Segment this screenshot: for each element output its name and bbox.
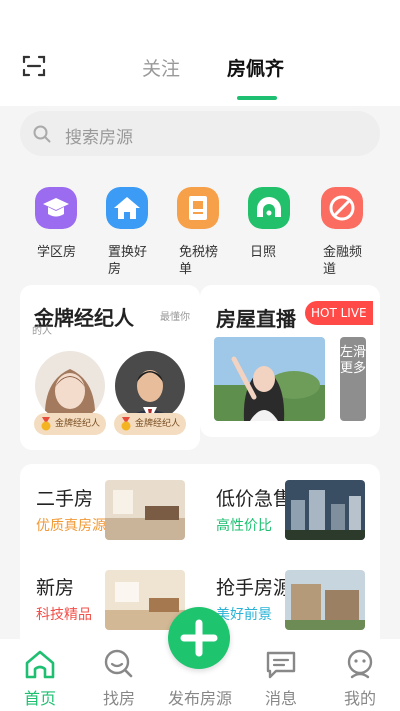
quick-link-label: 学区房 — [37, 245, 77, 260]
slide-more-label: 左滑更多 — [340, 345, 367, 376]
nav-label: 消息 — [264, 689, 297, 708]
quick-link-label: 金融频道 — [323, 245, 363, 277]
medal-icon — [121, 417, 131, 431]
search-bar[interactable]: 搜索房源 — [20, 111, 380, 156]
nav-label: 我的 — [343, 689, 376, 708]
scan-icon[interactable] — [22, 54, 46, 78]
agent-avatar[interactable] — [115, 351, 185, 421]
slide-more-hint[interactable]: 左滑更多 — [340, 337, 366, 421]
publish-listing-button[interactable] — [168, 607, 230, 669]
tab-follow[interactable]: 关注 — [142, 54, 180, 81]
house-live-title: 房屋直播 — [216, 307, 296, 331]
medal-icon — [41, 417, 51, 431]
gold-agent-badge-label: 金牌经纪人 — [135, 419, 181, 429]
publish-listing-label[interactable]: 发布房源 — [160, 685, 240, 709]
profile-icon — [347, 649, 373, 679]
house-icon — [106, 187, 148, 229]
sun-arch-icon — [248, 187, 290, 229]
gold-agent-badge-label: 金牌经纪人 — [55, 419, 101, 429]
hot-live-badge: HOT LIVE — [305, 301, 373, 325]
find-house-icon — [104, 649, 133, 678]
home-icon — [25, 650, 55, 679]
category-image — [285, 480, 365, 540]
category-title: 新房 — [36, 577, 75, 599]
tab-fangpeiqi[interactable]: 房佩齐 — [227, 54, 284, 81]
finance-icon — [321, 187, 363, 229]
search-placeholder: 搜索房源 — [65, 128, 133, 148]
gold-agents-subtitle: 最懂你的人 — [32, 312, 190, 337]
nav-label: 找房 — [102, 689, 135, 708]
live-stream-thumbnail[interactable] — [214, 337, 325, 421]
category-subtitle: 高性价比 — [216, 518, 272, 534]
quick-link-label: 日照 — [250, 245, 277, 260]
category-subtitle: 优质真房源 — [36, 518, 106, 534]
quick-link-label: 免税榜单 — [179, 245, 219, 277]
receipt-icon — [177, 187, 219, 229]
top-header: 关注 房佩齐 — [0, 0, 400, 106]
category-image — [285, 570, 365, 630]
search-icon — [33, 125, 51, 143]
message-icon — [266, 651, 296, 679]
category-title: 抢手房源 — [216, 577, 293, 599]
category-title: 低价急售 — [216, 488, 293, 510]
active-tab-indicator — [237, 96, 277, 100]
category-image — [105, 480, 185, 540]
quick-links: 学区房 置换好房 免税榜单 日照 金融频道 — [0, 170, 400, 280]
category-subtitle: 科技精品 — [36, 607, 92, 623]
house-live-card[interactable]: 房屋直播 HOT LIVE 左滑更多 — [200, 285, 380, 437]
gold-agent-badge: 金牌经纪人 — [34, 413, 106, 435]
gold-agent-badge: 金牌经纪人 — [114, 413, 186, 435]
nav-label: 首页 — [23, 689, 56, 708]
graduation-cap-icon — [35, 187, 77, 229]
agent-avatar[interactable] — [35, 351, 105, 421]
quick-link-label: 置换好房 — [108, 245, 148, 277]
plus-icon — [180, 619, 218, 657]
gold-agents-card[interactable]: 金牌经纪人 最懂你的人 金牌经纪人 金牌经纪人 — [20, 285, 200, 450]
category-title: 二手房 — [36, 488, 94, 510]
